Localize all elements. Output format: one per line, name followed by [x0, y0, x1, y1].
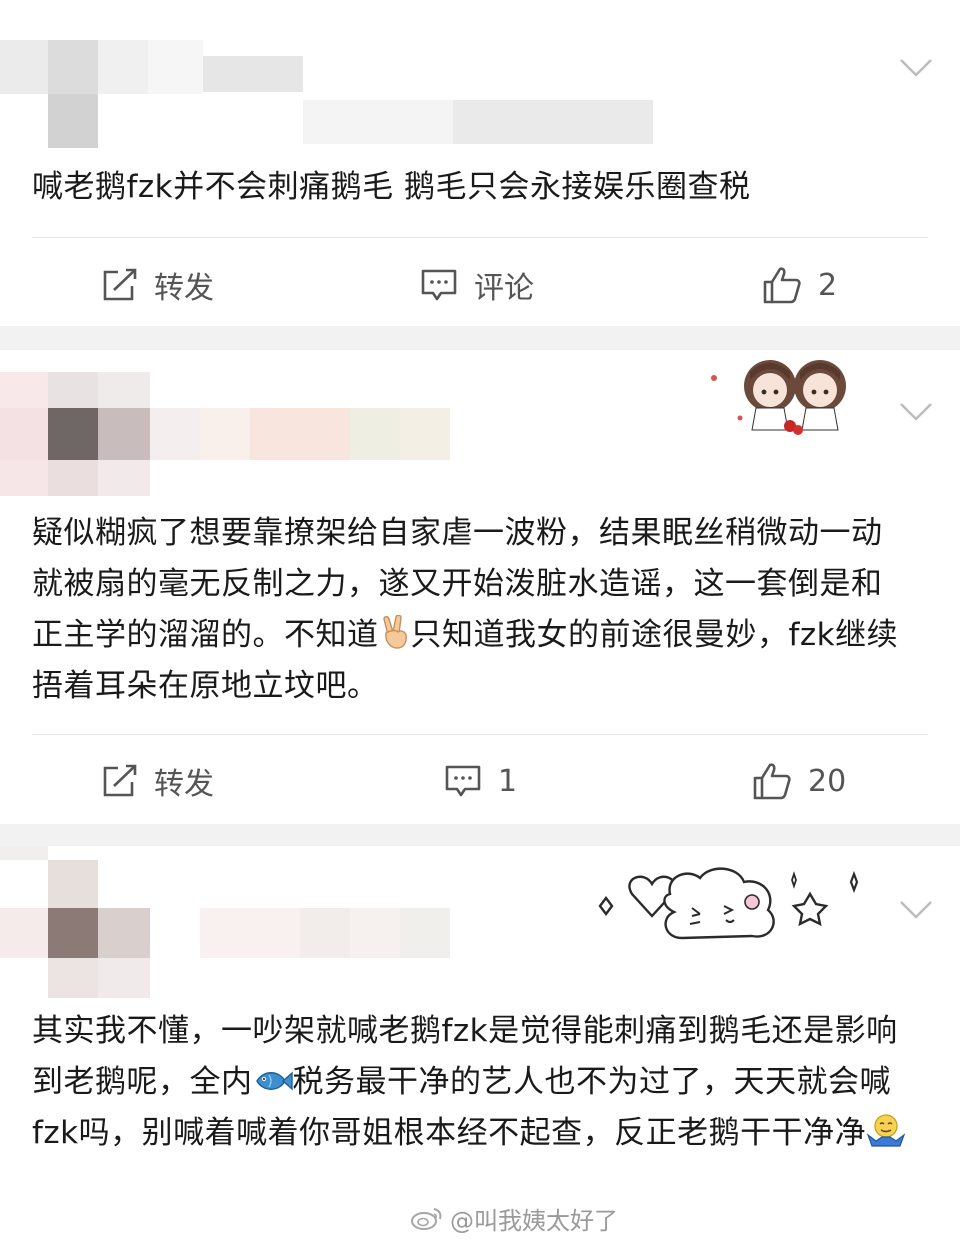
victory-hand-emoji [382, 615, 407, 649]
action-bar: 转发 1 20 [0, 736, 960, 826]
comment-count: 1 [498, 763, 518, 799]
divider [32, 237, 928, 238]
repost-label: 转发 [154, 767, 214, 802]
cloud-cat-decoration [598, 867, 859, 940]
shrug-face-emoji [866, 1114, 906, 1147]
comment-card-3: 其实我不懂，一吵架就喊老鹅fzk是觉得能刺痛到鹅毛还是影响到老鹅呢，全内 税务最… [0, 846, 960, 1240]
comment-button[interactable]: 评论 [420, 240, 534, 330]
comment-button[interactable]: 1 [444, 736, 517, 826]
chevron-down-icon[interactable] [898, 400, 934, 424]
weibo-logo-icon [411, 1208, 442, 1230]
comment-text: 疑似糊疯了想要靠撩架给自家虐一波粉，结果眠丝稍微动一动就被扇的毫无反制之力，遂又… [32, 508, 910, 712]
repost-button[interactable]: 转发 [102, 240, 214, 330]
like-button[interactable]: 2 [762, 240, 837, 330]
repost-button[interactable]: 转发 [102, 736, 214, 826]
comment-card-2: 疑似糊疯了想要靠撩架给自家虐一波粉，结果眠丝稍微动一动就被扇的毫无反制之力，遂又… [0, 350, 960, 824]
divider [32, 734, 928, 735]
like-count: 20 [808, 763, 847, 799]
chibi-girls-decoration [711, 360, 846, 435]
comment-text: 其实我不懂，一吵架就喊老鹅fzk是觉得能刺痛到鹅毛还是影响到老鹅呢，全内 税务最… [32, 1006, 910, 1159]
chevron-down-icon[interactable] [898, 898, 934, 922]
weibo-watermark: @叫我姨太好了 [410, 1198, 618, 1238]
fish-emoji [255, 1071, 293, 1091]
thumbs-up-icon [763, 267, 801, 304]
repost-icon [103, 268, 137, 301]
chevron-down-icon[interactable] [898, 56, 934, 80]
watermark-text: @叫我姨太好了 [450, 1206, 618, 1235]
repost-icon [103, 764, 137, 797]
comment-icon [445, 765, 481, 797]
action-bar: 转发 评论 2 [0, 240, 960, 330]
like-count: 2 [818, 267, 838, 303]
comment-label: 评论 [474, 271, 534, 306]
comment-text: 喊老鹅fzk并不会刺痛鹅毛 鹅毛只会永接娱乐圈查税 [32, 169, 751, 205]
thumbs-up-icon [753, 763, 791, 800]
repost-label: 转发 [154, 271, 214, 306]
like-button[interactable]: 20 [752, 736, 846, 826]
comment-card-1: 喊老鹅fzk并不会刺痛鹅毛 鹅毛只会永接娱乐圈查税 转发 评论 2 [0, 0, 960, 326]
comment-icon [421, 269, 457, 301]
